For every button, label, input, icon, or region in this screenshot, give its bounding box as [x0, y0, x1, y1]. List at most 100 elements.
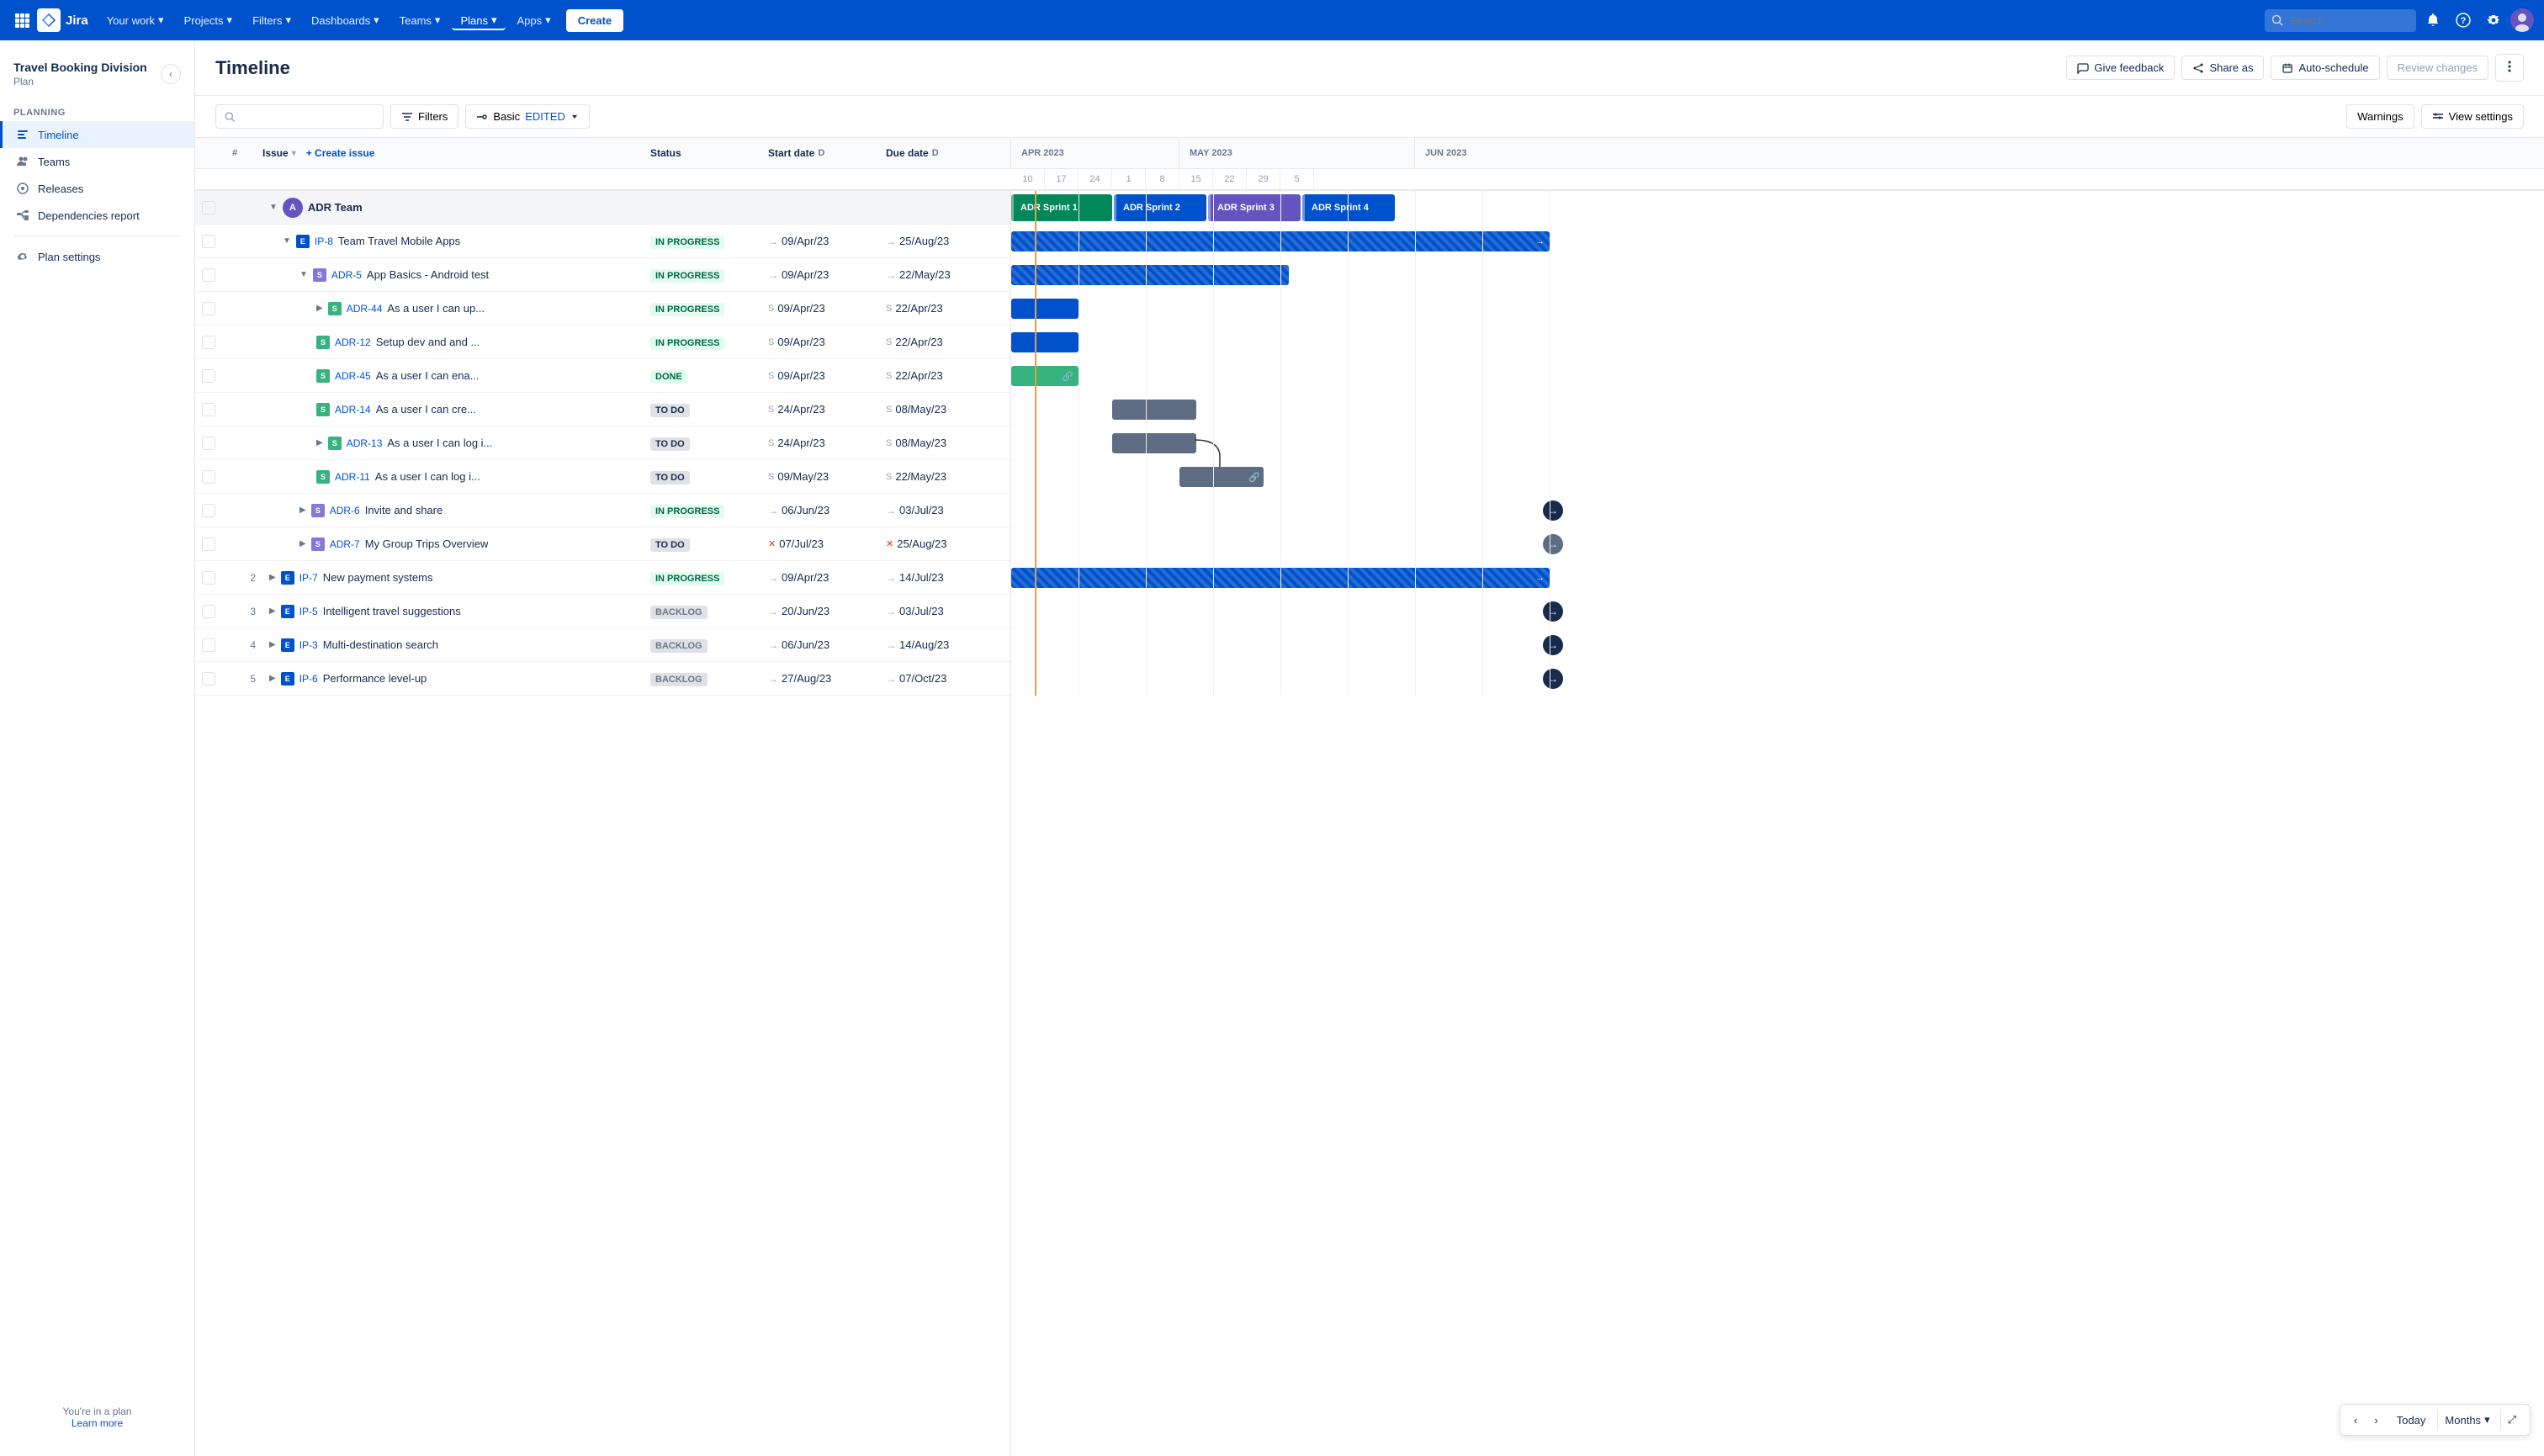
row-checkbox[interactable]	[202, 638, 215, 652]
gantt-bar-adr14[interactable]	[1112, 400, 1196, 420]
grid-menu-button[interactable]	[10, 8, 34, 32]
expand-toggle[interactable]: ▶	[269, 674, 276, 683]
nav-filters[interactable]: Filters ▾	[244, 10, 299, 30]
give-feedback-button[interactable]: Give feedback	[2066, 56, 2175, 80]
gantt-expand-button[interactable]: ⤢	[2500, 1410, 2523, 1430]
issue-key[interactable]: ADR-13	[347, 437, 383, 449]
warnings-button[interactable]: Warnings	[2346, 104, 2414, 129]
row-checkbox[interactable]	[202, 268, 215, 282]
issue-key[interactable]: IP-7	[299, 572, 318, 584]
issue-key[interactable]: ADR-44	[347, 303, 383, 315]
issue-key[interactable]: IP-5	[299, 606, 318, 617]
row-checkbox[interactable]	[202, 605, 215, 618]
row-checkbox[interactable]	[202, 504, 215, 517]
issue-key[interactable]: IP-3	[299, 639, 318, 651]
expand-toggle[interactable]: ▶	[299, 539, 306, 548]
sidebar-item-timeline[interactable]: Timeline	[0, 121, 194, 148]
row-checkbox[interactable]	[202, 437, 215, 450]
settings-button[interactable]	[2480, 7, 2507, 34]
row-checkbox[interactable]	[202, 672, 215, 686]
search-wrapper	[2265, 9, 2416, 32]
gantt-bar-ip7[interactable]: →	[1011, 568, 1550, 588]
gantt-months-dropdown[interactable]: Months ▾	[2437, 1410, 2496, 1430]
search-box[interactable]	[215, 104, 384, 129]
issue-key[interactable]: ADR-12	[335, 336, 371, 348]
gantt-today-button[interactable]: Today	[2388, 1411, 2435, 1430]
sprint-bar-1[interactable]: ADR Sprint 1	[1011, 194, 1112, 221]
sprint-bar-4[interactable]: ADR Sprint 4	[1302, 194, 1395, 221]
timeline-search-input[interactable]	[241, 110, 374, 123]
issue-key[interactable]: ADR-11	[335, 471, 370, 483]
issue-key[interactable]: ADR-6	[330, 505, 360, 516]
expand-toggle[interactable]: ▶	[269, 640, 276, 649]
basic-button[interactable]: Basic EDITED	[465, 104, 589, 129]
nav-apps[interactable]: Apps ▾	[509, 10, 559, 30]
nav-plans[interactable]: Plans ▾	[452, 10, 505, 30]
user-avatar[interactable]	[2510, 8, 2534, 32]
search-input[interactable]	[2265, 9, 2416, 32]
gantt-bar-ip8[interactable]: →	[1011, 231, 1550, 251]
more-options-button[interactable]	[2495, 54, 2524, 82]
app-logo[interactable]: Jira	[37, 8, 88, 32]
gantt-bar-adr12[interactable]	[1011, 332, 1079, 352]
review-changes-button[interactable]: Review changes	[2387, 56, 2488, 80]
help-button[interactable]: ?	[2450, 7, 2477, 34]
ip6-scroll-right[interactable]: →	[1543, 669, 1563, 689]
nav-your-work[interactable]: Your work ▾	[98, 10, 172, 30]
gantt-prev-button[interactable]: ‹	[2347, 1411, 2364, 1430]
sidebar-item-releases[interactable]: Releases	[0, 175, 194, 202]
expand-toggle[interactable]: ▼	[283, 236, 291, 246]
nav-teams[interactable]: Teams ▾	[391, 10, 449, 30]
auto-schedule-button[interactable]: Auto-schedule	[2271, 56, 2379, 80]
create-issue-button[interactable]: + Create issue	[306, 147, 375, 159]
expand-toggle[interactable]: ▶	[269, 573, 276, 582]
issue-key[interactable]: ADR-5	[331, 269, 362, 281]
issue-key[interactable]: IP-8	[315, 236, 333, 247]
scroll-right-button[interactable]: →	[1543, 500, 1563, 521]
issue-key[interactable]: ADR-45	[335, 370, 371, 382]
ip3-scroll-right[interactable]: →	[1543, 635, 1563, 655]
sidebar-item-teams[interactable]: Teams	[0, 148, 194, 175]
gantt-bar-adr13[interactable]	[1112, 433, 1196, 453]
expand-toggle[interactable]: ▶	[316, 304, 323, 313]
expand-toggle[interactable]: ▼	[299, 270, 308, 279]
issue-key[interactable]: IP-6	[299, 673, 318, 685]
sidebar-item-dependencies[interactable]: Dependencies report	[0, 202, 194, 229]
row-checkbox[interactable]	[202, 235, 215, 248]
gantt-next-button[interactable]: ›	[2367, 1411, 2384, 1430]
row-checkbox[interactable]	[202, 201, 215, 214]
row-checkbox[interactable]	[202, 336, 215, 349]
scroll-right-button-2[interactable]: →	[1543, 534, 1563, 554]
sprint-bar-3[interactable]: ADR Sprint 3	[1208, 194, 1301, 221]
issue-key[interactable]: ADR-7	[330, 538, 360, 550]
gantt-bar-adr44[interactable]	[1011, 299, 1079, 319]
view-settings-button[interactable]: View settings	[2421, 104, 2524, 129]
sprint-bar-2[interactable]: ADR Sprint 2	[1114, 194, 1206, 221]
ip5-scroll-right[interactable]: →	[1543, 601, 1563, 622]
row-checkbox[interactable]	[202, 470, 215, 484]
expand-toggle[interactable]: ▼	[269, 203, 278, 212]
gantt-bar-adr45[interactable]: 🔗	[1011, 366, 1079, 386]
issue-key[interactable]: ADR-14	[335, 404, 371, 416]
page-title: Timeline	[215, 57, 2056, 79]
filters-button[interactable]: Filters	[390, 104, 458, 129]
notifications-button[interactable]	[2419, 7, 2446, 34]
row-checkbox[interactable]	[202, 403, 215, 416]
expand-toggle[interactable]: ▶	[299, 506, 306, 515]
row-checkbox[interactable]	[202, 369, 215, 383]
share-as-button[interactable]: Share as	[2181, 56, 2264, 80]
create-button[interactable]: Create	[566, 9, 623, 32]
expand-toggle[interactable]: ▶	[269, 606, 276, 616]
learn-more-link[interactable]: Learn more	[72, 1417, 123, 1429]
row-checkbox[interactable]	[202, 302, 215, 315]
gantt-bar-adr5[interactable]	[1011, 265, 1289, 285]
gantt-bar-adr11[interactable]: 🔗	[1179, 467, 1264, 487]
nav-dashboards[interactable]: Dashboards ▾	[303, 10, 388, 30]
expand-toggle[interactable]: ▶	[316, 438, 323, 447]
row-checkbox[interactable]	[202, 537, 215, 551]
row-checkbox[interactable]	[202, 571, 215, 585]
nav-projects[interactable]: Projects ▾	[176, 10, 241, 30]
sidebar-collapse-button[interactable]: ‹	[161, 64, 181, 84]
sidebar-item-plan-settings[interactable]: Plan settings	[0, 243, 194, 270]
issue-col-sort[interactable]: Issue ▾ + Create issue	[262, 147, 650, 159]
